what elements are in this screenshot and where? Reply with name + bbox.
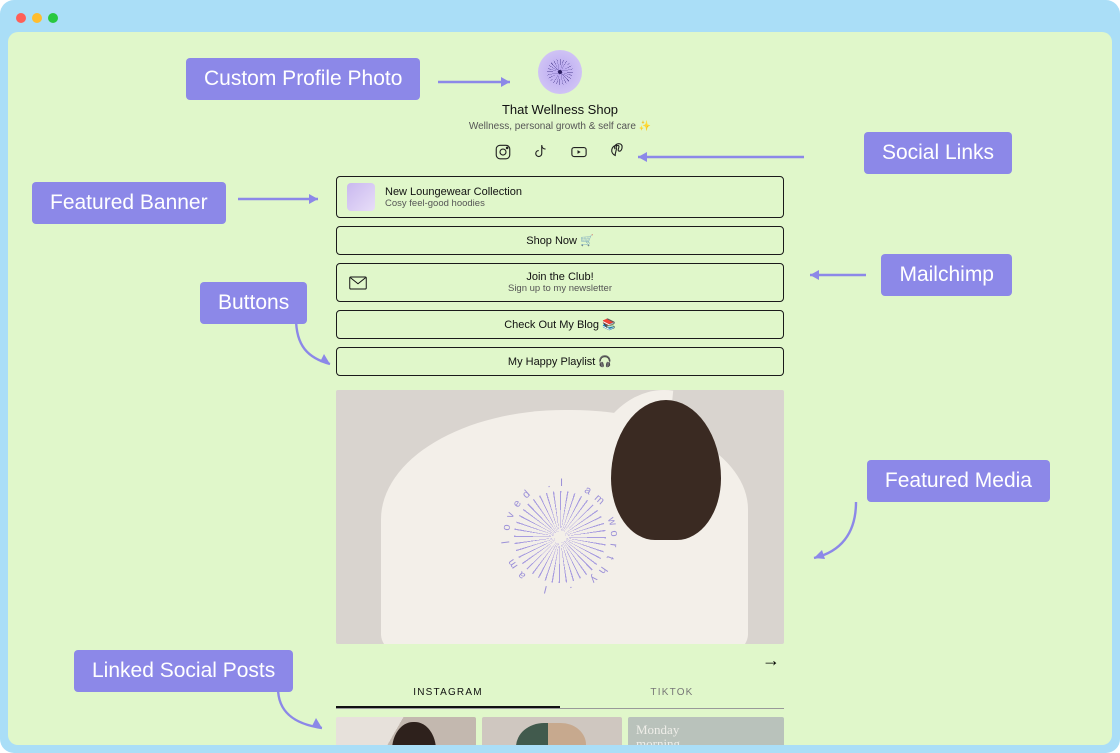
featured-banner[interactable]: New Loungewear Collection Cosy feel-good… [336, 176, 784, 218]
profile-page: That Wellness Shop Wellness, personal gr… [336, 50, 784, 745]
profile-name: That Wellness Shop [336, 102, 784, 117]
callout-linked-posts: Linked Social Posts [74, 650, 293, 692]
callout-mailchimp: Mailchimp [881, 254, 1012, 296]
callout-featured-banner: Featured Banner [32, 182, 226, 224]
mail-icon [349, 276, 367, 290]
playlist-button[interactable]: My Happy Playlist 🎧 [336, 347, 784, 376]
post-tile-text: morning [636, 736, 680, 745]
social-post-tabs: INSTAGRAM TIKTOK [336, 679, 784, 709]
instagram-icon[interactable] [493, 142, 513, 162]
blog-label: Check Out My Blog 📚 [504, 318, 616, 331]
mail-subtitle: Sign up to my newsletter [347, 283, 773, 294]
window-maximize-icon[interactable] [48, 13, 58, 23]
social-links-row [336, 142, 784, 162]
shop-now-button[interactable]: Shop Now 🛒 [336, 226, 784, 255]
featured-media[interactable]: I am worthy . I am loved . [336, 390, 784, 644]
callout-featured-media: Featured Media [867, 460, 1050, 502]
browser-window: That Wellness Shop Wellness, personal gr… [0, 0, 1120, 753]
profile-tagline: Wellness, personal growth & self care ✨ [336, 121, 784, 132]
hoodie-back-design: I am worthy . I am loved . [426, 461, 695, 613]
avatar-center-icon [558, 70, 562, 74]
post-thumbnail[interactable] [336, 717, 476, 745]
callout-profile-photo: Custom Profile Photo [186, 58, 420, 100]
tab-tiktok[interactable]: TIKTOK [560, 679, 784, 708]
playlist-label: My Happy Playlist 🎧 [508, 355, 612, 368]
page-viewport: That Wellness Shop Wellness, personal gr… [8, 32, 1112, 745]
tiktok-icon[interactable] [531, 142, 551, 162]
mailchimp-block[interactable]: Join the Club! Sign up to my newsletter [336, 263, 784, 302]
media-next-button[interactable]: → [336, 650, 784, 671]
window-close-icon[interactable] [16, 13, 26, 23]
post-thumbnail[interactable] [482, 717, 622, 745]
profile-avatar[interactable] [538, 50, 582, 94]
window-minimize-icon[interactable] [32, 13, 42, 23]
arrow-right-icon: → [762, 650, 780, 670]
window-titlebar [8, 8, 1112, 28]
blog-button[interactable]: Check Out My Blog 📚 [336, 310, 784, 339]
youtube-icon[interactable] [569, 142, 589, 162]
callout-buttons: Buttons [200, 282, 307, 324]
link-blocks: New Loungewear Collection Cosy feel-good… [336, 176, 784, 376]
mail-title: Join the Club! [347, 271, 773, 283]
tab-instagram[interactable]: INSTAGRAM [336, 679, 560, 708]
shop-now-label: Shop Now 🛒 [526, 234, 594, 247]
pinterest-icon[interactable] [607, 142, 627, 162]
callout-social-links: Social Links [864, 132, 1012, 174]
social-post-grid: Monday morning [336, 717, 784, 745]
banner-subtitle: Cosy feel-good hoodies [385, 198, 522, 209]
banner-title: New Loungewear Collection [385, 186, 522, 198]
banner-thumb-icon [347, 183, 375, 211]
post-thumbnail[interactable]: Monday morning [628, 717, 784, 745]
